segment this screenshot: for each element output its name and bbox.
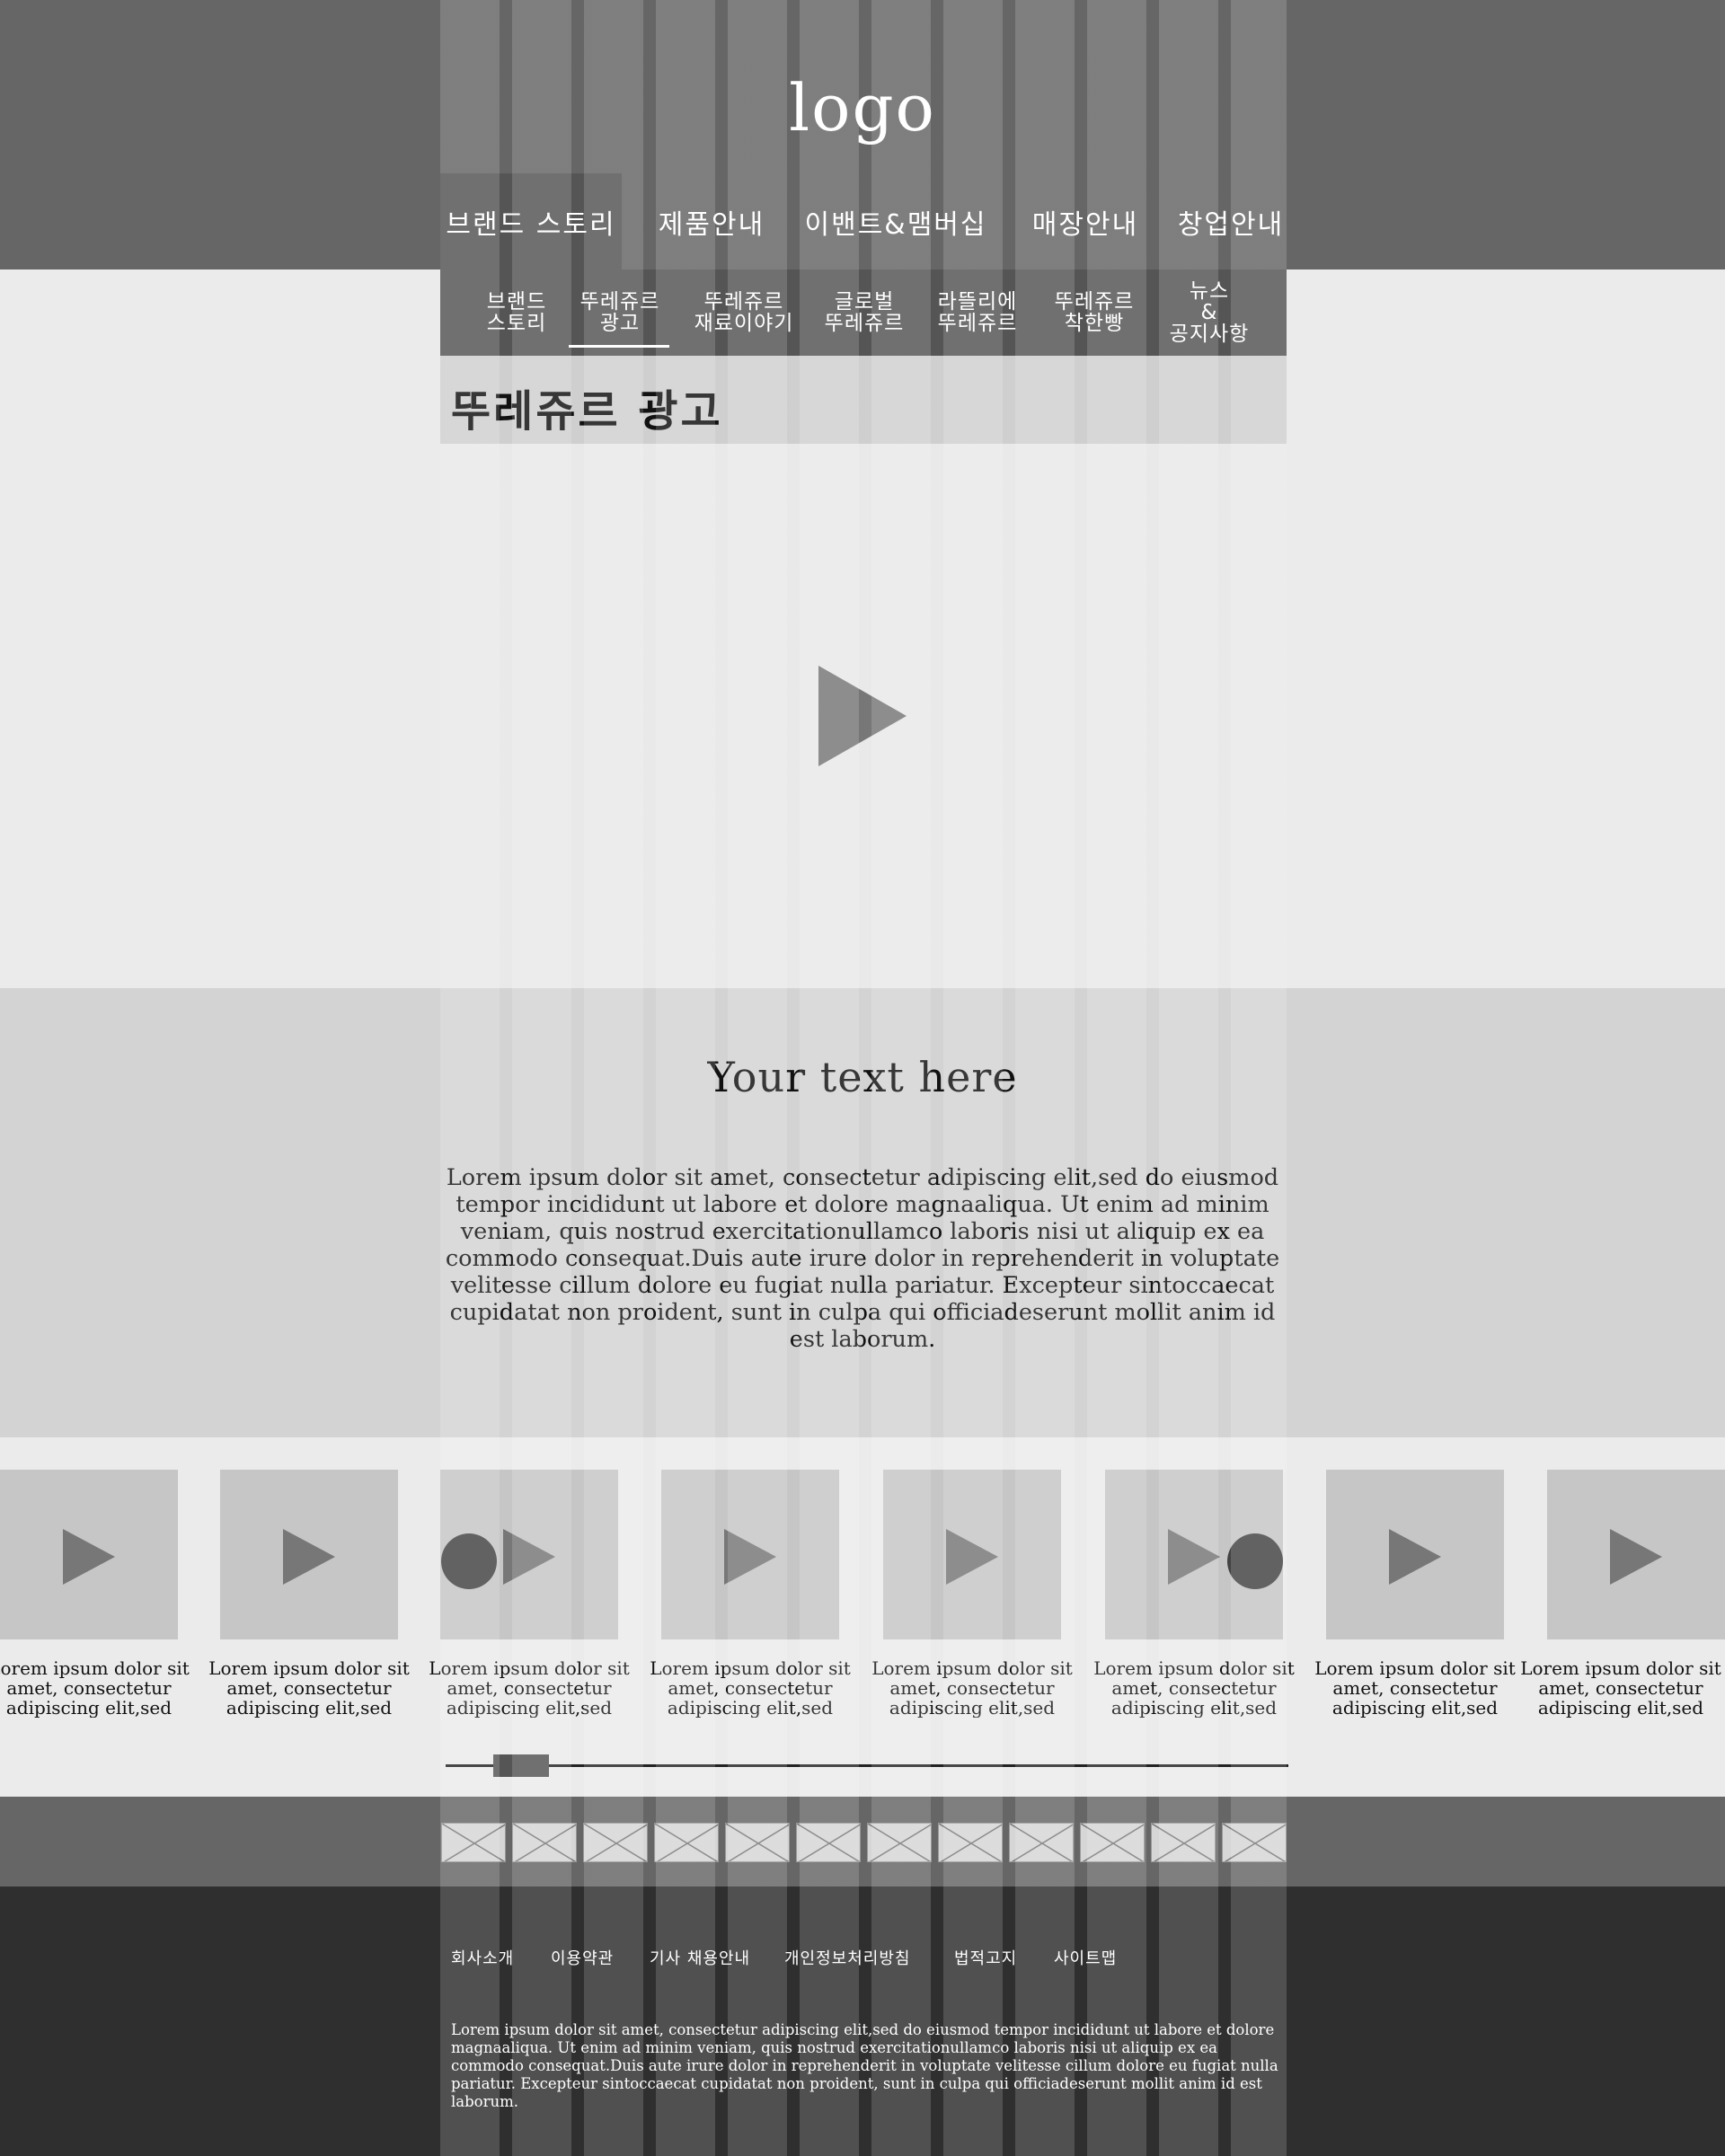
thumbnail-caption: Lorem ipsum dolor sit amet, consectetur … bbox=[1520, 1658, 1721, 1718]
nav-brand-story[interactable]: 브랜드 스토리 bbox=[440, 173, 622, 270]
footer-link-careers[interactable]: 기사 채용안내 bbox=[650, 1946, 750, 1969]
play-icon bbox=[946, 1529, 998, 1585]
subnav-global[interactable]: 글로벌 뚜레쥬르 bbox=[810, 270, 918, 356]
video-thumbnail[interactable] bbox=[220, 1470, 398, 1639]
thumbnail-caption: Lorem ipsum dolor sit amet, consectetur … bbox=[429, 1658, 630, 1718]
subnav-good-bread[interactable]: 뚜레쥬르 착한빵 bbox=[1037, 270, 1152, 356]
video-thumbnail[interactable] bbox=[0, 1470, 178, 1639]
play-icon bbox=[1610, 1529, 1662, 1585]
image-placeholder-icon[interactable] bbox=[441, 1823, 506, 1862]
video-thumbnail[interactable] bbox=[661, 1470, 839, 1639]
image-placeholder-icon[interactable] bbox=[938, 1823, 1003, 1862]
video-thumbnail[interactable] bbox=[1326, 1470, 1504, 1639]
thumbnail-caption: Lorem ipsum dolor sit amet, consectetur … bbox=[871, 1658, 1073, 1718]
image-placeholder-icon[interactable] bbox=[796, 1823, 861, 1862]
section-heading: Your text here bbox=[707, 1053, 1018, 1101]
subnav-advertising[interactable]: 뚜레쥬르 광고 bbox=[570, 270, 670, 356]
nav-events-membership[interactable]: 이밴트&맴버십 bbox=[796, 173, 995, 270]
footer-link-legal[interactable]: 법적고지 bbox=[954, 1946, 1017, 1969]
footer-link-terms[interactable]: 이용약관 bbox=[551, 1946, 614, 1969]
image-placeholder-icon[interactable] bbox=[1080, 1823, 1145, 1862]
footer-text: Lorem ipsum dolor sit amet, consectetur … bbox=[451, 2021, 1278, 2110]
play-icon[interactable] bbox=[818, 666, 907, 766]
partner-bar bbox=[0, 1797, 1725, 1886]
prev-arrow-icon[interactable] bbox=[441, 1533, 497, 1589]
thumbnail-caption: Lorem ipsum dolor sit amet, consectetur … bbox=[208, 1658, 410, 1718]
thumbnail-caption: Lorem ipsum dolor sit amet, consectetur … bbox=[1093, 1658, 1295, 1718]
footer-link-sitemap[interactable]: 사이트맵 bbox=[1054, 1946, 1117, 1969]
thumbnail-caption: Lorem ipsum dolor sit amet, consectetur … bbox=[1314, 1658, 1516, 1718]
image-placeholder-icon[interactable] bbox=[654, 1823, 719, 1862]
video-thumbnail[interactable] bbox=[883, 1470, 1061, 1639]
footer-link-company[interactable]: 회사소개 bbox=[451, 1946, 514, 1969]
thumbnail-caption: Lorem ipsum dolor sit amet, consectetur … bbox=[0, 1658, 190, 1718]
nav-stores[interactable]: 매장안내 bbox=[995, 173, 1175, 270]
image-placeholder-icon[interactable] bbox=[1151, 1823, 1216, 1862]
play-icon bbox=[283, 1529, 335, 1585]
section-body-text: Lorem ipsum dolor sit amet, consectetur … bbox=[445, 1164, 1280, 1353]
image-placeholder-icon[interactable] bbox=[512, 1823, 577, 1862]
page-title: 뚜레쥬르 광고 bbox=[451, 386, 723, 437]
image-placeholder-icon[interactable] bbox=[725, 1823, 790, 1862]
nav-franchise[interactable]: 창업안내 bbox=[1159, 173, 1303, 270]
nav-products[interactable]: 제품안내 bbox=[622, 173, 801, 270]
thumbnail-caption: Lorem ipsum dolor sit amet, consectetur … bbox=[650, 1658, 851, 1718]
subnav-brand-story[interactable]: 브랜드 스토리 bbox=[467, 270, 566, 356]
image-placeholder-icon[interactable] bbox=[867, 1823, 932, 1862]
play-icon bbox=[63, 1529, 115, 1585]
subnav-latelier[interactable]: 라뜰리에 뚜레쥬르 bbox=[922, 270, 1033, 356]
footer-link-privacy[interactable]: 개인정보처리방침 bbox=[784, 1946, 910, 1969]
video-thumbnail[interactable] bbox=[1547, 1470, 1725, 1639]
subnav-ingredients[interactable]: 뚜레쥬르 재료이야기 bbox=[681, 270, 807, 356]
carousel-scroll-thumb[interactable] bbox=[492, 1754, 549, 1777]
logo[interactable]: logo bbox=[0, 70, 1725, 146]
image-placeholder-icon[interactable] bbox=[1009, 1823, 1074, 1862]
play-icon bbox=[503, 1529, 555, 1585]
subnav-news[interactable]: 뉴스 & 공지사항 bbox=[1154, 270, 1265, 356]
image-placeholder-icon[interactable] bbox=[583, 1823, 648, 1862]
next-arrow-icon[interactable] bbox=[1227, 1533, 1283, 1589]
play-icon bbox=[1168, 1529, 1220, 1585]
play-icon bbox=[724, 1529, 776, 1585]
image-placeholder-icon[interactable] bbox=[1222, 1823, 1287, 1862]
play-icon bbox=[1389, 1529, 1441, 1585]
active-subnav-underline bbox=[569, 345, 669, 348]
carousel-scrollbar[interactable] bbox=[446, 1764, 1288, 1767]
